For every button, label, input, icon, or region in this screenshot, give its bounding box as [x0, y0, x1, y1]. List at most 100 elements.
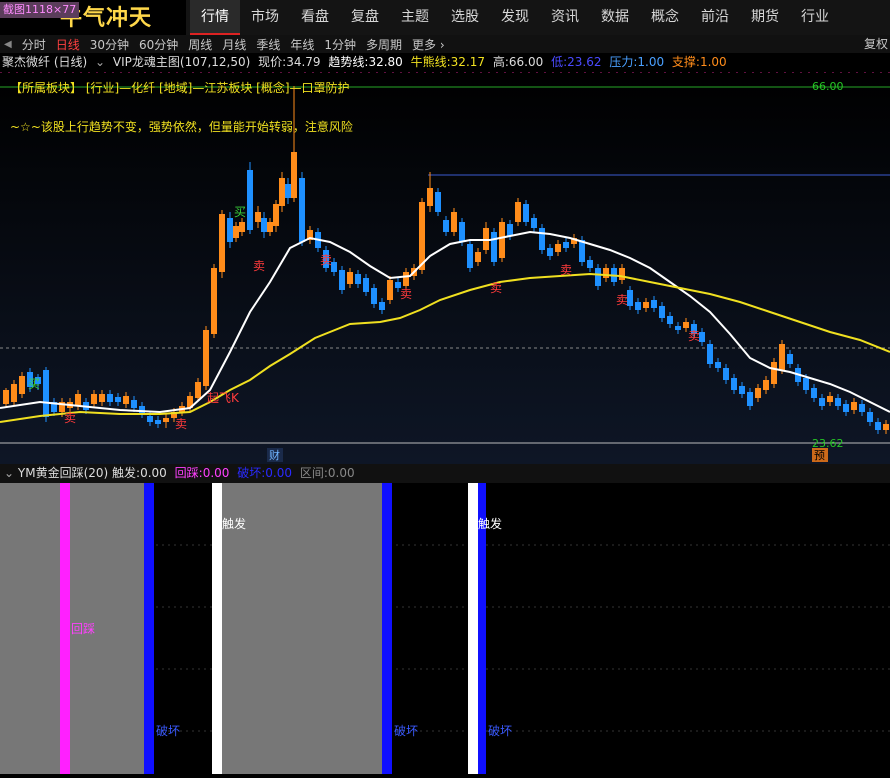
- pressure-value: 1.00: [637, 55, 665, 69]
- candle-body: [3, 390, 9, 404]
- nav-tab[interactable]: 看盘: [290, 0, 340, 35]
- candle-body: [603, 268, 609, 278]
- candle-body: [811, 388, 817, 398]
- candle-body: [227, 218, 233, 242]
- candle-body: [163, 418, 169, 422]
- nav-tab[interactable]: 行业: [790, 0, 840, 35]
- pullback-bar-1: [60, 483, 70, 774]
- period-tab[interactable]: 60分钟: [134, 36, 183, 53]
- finance-tag[interactable]: 财: [269, 448, 280, 462]
- candle-body: [715, 362, 721, 368]
- candle-body: [467, 244, 473, 268]
- indicator-name[interactable]: VIP龙魂主图(107,12,50): [113, 55, 250, 69]
- candle-body: [403, 272, 409, 286]
- nav-tab[interactable]: 期货: [740, 0, 790, 35]
- sector-line: 【所属板块】 [行业]—化纤 [地域]—江苏板块 [概念]—口罩防护: [10, 80, 350, 95]
- candle-body: [459, 222, 465, 242]
- candle-body: [707, 344, 713, 364]
- candle-body: [771, 362, 777, 384]
- candle-body: [491, 232, 497, 262]
- period-tab[interactable]: 30分钟: [85, 36, 134, 53]
- kline-svg: 卖买卖起飞K买卖 卖卖 卖卖卖卖 【所属板块】 [行业]—化纤 [地域]—江苏板块 …: [0, 71, 890, 464]
- signal-mark: 卖: [64, 411, 76, 425]
- signal-mark: 起飞K: [207, 391, 240, 405]
- period-tab[interactable]: 多周期: [361, 36, 407, 53]
- signal-mark: 卖: [175, 417, 187, 431]
- bull-value: 32.17: [450, 55, 486, 69]
- low-label: 低:: [551, 55, 568, 69]
- candle-body: [723, 368, 729, 380]
- period-tab[interactable]: 周线: [183, 36, 217, 53]
- stock-name[interactable]: 聚杰微纤 (日线): [2, 55, 87, 69]
- period-tab[interactable]: 1分钟: [319, 36, 361, 53]
- candle-body: [763, 380, 769, 390]
- candle-body: [43, 370, 49, 417]
- sub-trig-label: 触发:: [112, 466, 141, 480]
- candle-body: [339, 270, 345, 290]
- period-tab[interactable]: 月线: [217, 36, 251, 53]
- candle-body: [427, 188, 433, 206]
- nav-tab[interactable]: 前沿: [690, 0, 740, 35]
- sub-pull-label: 回踩:: [174, 466, 203, 480]
- top-toolbar: 牛气冲天 截图1118×77 行情 市场 看盘 复盘 主题 选股 发现 资讯 数据 概念 前沿 期货行…: [0, 0, 890, 36]
- nav-tab[interactable]: 发现: [490, 0, 540, 35]
- sub-indicator-chart[interactable]: 触发 触发 回踩 破坏 破坏 破坏: [0, 483, 890, 774]
- sub-indicator-name[interactable]: YM黄金回踩(20): [18, 466, 108, 480]
- nav-tab[interactable]: 资讯: [540, 0, 590, 35]
- sub-pull-value: 0.00: [202, 466, 230, 480]
- kline-chart[interactable]: 卖买卖起飞K 买卖卖卖卖卖卖卖 【所属板块】 [行业]—化纤 [地域]—江苏板块 …: [0, 71, 890, 464]
- period-tab[interactable]: 年线: [285, 36, 319, 53]
- period-tab[interactable]: 更多 ›: [407, 36, 450, 53]
- candle-body: [299, 178, 305, 242]
- break-label-3: 破坏: [488, 723, 512, 738]
- signal-mark: 买: [234, 205, 246, 219]
- candle-body: [635, 302, 641, 310]
- period-tab[interactable]: 日线: [51, 36, 85, 53]
- period-tab[interactable]: 分时: [17, 36, 51, 53]
- forecast-tag[interactable]: 预: [814, 449, 825, 462]
- candle-body: [355, 274, 361, 284]
- signal-mark: 卖: [560, 263, 572, 277]
- candle-body: [91, 394, 97, 404]
- fuquan-button[interactable]: 复权: [864, 35, 890, 52]
- trigger-label-1: 触发: [222, 516, 246, 531]
- sub-range-label: 区间:: [299, 466, 328, 480]
- support-label: 支撑:: [671, 55, 700, 69]
- break-label-1: 破坏: [156, 723, 180, 738]
- nav-tab[interactable]: 选股: [440, 0, 490, 35]
- collapse-sub-icon[interactable]: ⌄: [4, 466, 14, 480]
- nav-tab[interactable]: 数据: [590, 0, 640, 35]
- pressure-label: 压力:: [609, 55, 638, 69]
- candle-body: [239, 222, 245, 232]
- sub-range-value: 0.00: [327, 466, 355, 480]
- candle-body: [247, 170, 253, 230]
- signal-mark: 卖: [616, 293, 628, 307]
- candle-body: [659, 306, 665, 318]
- nav-tab[interactable]: 市场: [240, 0, 290, 35]
- sub-trig-value: 0.00: [140, 466, 167, 480]
- dropdown-icon[interactable]: ⌄: [95, 55, 105, 69]
- collapse-icon[interactable]: ◀: [0, 39, 17, 50]
- period-tab[interactable]: 季线: [251, 36, 285, 53]
- high-value-label: 66.00: [812, 80, 844, 93]
- sub-indicator-header: ⌄ YM黄金回踩(20) 触发:0.00 回踩:0.00 破坏:0.00 区间:…: [0, 464, 890, 483]
- candle-body: [211, 268, 217, 334]
- bull-label: 牛熊线:: [410, 55, 451, 69]
- candle-body: [523, 204, 529, 222]
- nav-tab[interactable]: 主题: [390, 0, 440, 35]
- candle-body: [19, 376, 25, 394]
- candle-body: [443, 220, 449, 232]
- candle-body: [547, 248, 553, 256]
- signal-mark: 卖: [400, 287, 412, 301]
- nav-tab[interactable]: 概念: [640, 0, 690, 35]
- candle-body: [867, 412, 873, 422]
- logo-area: 牛气冲天 截图1118×77: [0, 0, 186, 35]
- sub-indicator-svg: 触发 触发 回踩 破坏 破坏 破坏: [0, 483, 890, 774]
- nav-tab[interactable]: 复盘: [340, 0, 390, 35]
- nav-tab[interactable]: 行情: [190, 0, 240, 35]
- candle-body: [747, 392, 753, 406]
- candle-body: [875, 422, 881, 430]
- candle-body: [739, 386, 745, 394]
- candle-body: [499, 222, 505, 258]
- candle-body: [851, 402, 857, 410]
